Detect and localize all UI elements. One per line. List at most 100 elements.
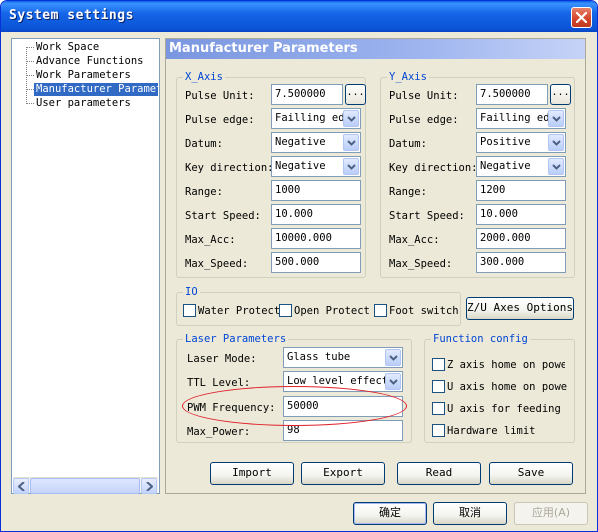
max-power-label: Max_Power: (187, 426, 251, 438)
y-start-speed-input[interactable]: 10.000 (476, 204, 566, 225)
water-protect-label[interactable]: Water Protect (198, 304, 280, 318)
x-range-input[interactable]: 1000 (271, 180, 361, 201)
export-button[interactable]: Export (301, 462, 385, 485)
function-config-group-title: Function config (431, 332, 530, 346)
tree-connector (26, 61, 34, 62)
y-pulse-edge-label: Pulse edge: (389, 114, 459, 126)
tree-item-work-space[interactable]: Work Space (36, 41, 99, 54)
system-settings-window: System settings Work Space Advance Funct… (0, 0, 598, 532)
open-protect-checkbox[interactable] (279, 304, 292, 317)
x-axis-group-title: X_Axis (183, 70, 225, 84)
settings-tree[interactable]: Work Space Advance Functions Work Parame… (11, 38, 160, 494)
u-axis-home-checkbox[interactable] (432, 380, 445, 393)
window-title: System settings (9, 8, 134, 23)
scroll-left-button[interactable] (13, 478, 29, 494)
save-button[interactable]: Save (489, 462, 573, 485)
ttl-level-label: TTL Level: (187, 377, 251, 389)
y-max-acc-input[interactable]: 2000.000 (476, 228, 566, 249)
x-datum-label: Datum: (185, 138, 223, 150)
scroll-thumb[interactable] (30, 478, 140, 494)
x-max-acc-input[interactable]: 10000.000 (271, 228, 361, 249)
z-axis-home-checkbox[interactable] (432, 358, 445, 371)
x-datum-select[interactable]: Negative (271, 132, 361, 153)
tree-item-user-parameters[interactable]: User parameters (36, 97, 131, 110)
open-protect-label[interactable]: Open Protect (294, 304, 370, 318)
foot-switch-checkbox[interactable] (374, 304, 387, 317)
x-key-direction-dropdown-button[interactable] (343, 158, 359, 175)
y-datum-select[interactable]: Positive (476, 132, 566, 153)
z-axis-home-label[interactable]: Z axis home on power (447, 358, 565, 372)
chevron-down-icon (389, 379, 398, 385)
x-pulse-unit-input[interactable]: 7.500000 (271, 84, 343, 105)
u-axis-feeding-checkbox[interactable] (432, 402, 445, 415)
apply-button[interactable]: 应用(A) (514, 502, 588, 525)
u-axis-home-label[interactable]: U axis home on power (447, 380, 567, 394)
x-max-speed-label: Max_Speed: (185, 258, 249, 270)
chevron-down-icon (347, 140, 356, 146)
read-button[interactable]: Read (397, 462, 481, 485)
x-pulse-edge-dropdown-button[interactable] (343, 110, 359, 127)
arrow-right-icon (146, 482, 153, 491)
y-datum-dropdown-button[interactable] (548, 134, 564, 151)
y-max-speed-input[interactable]: 300.000 (476, 252, 566, 273)
tree-item-work-parameters[interactable]: Work Parameters (36, 69, 131, 82)
close-icon (576, 12, 587, 23)
laser-parameters-group-title: Laser Parameters (183, 332, 289, 346)
chevron-down-icon (389, 355, 398, 361)
x-datum-dropdown-button[interactable] (343, 134, 359, 151)
chevron-down-icon (347, 164, 356, 170)
laser-mode-dropdown-button[interactable] (385, 349, 401, 366)
hardware-limit-label[interactable]: Hardware limit (447, 424, 536, 438)
chevron-down-icon (347, 116, 356, 122)
laser-mode-value: Glass tube (287, 351, 351, 363)
tree-connector (26, 75, 34, 76)
tree-connector (26, 103, 34, 104)
pane-header: Manufacturer Parameters (166, 39, 585, 59)
y-pulse-unit-input[interactable]: 7.500000 (476, 84, 548, 105)
y-range-label: Range: (389, 186, 427, 198)
x-key-direction-label: Key direction: (185, 162, 274, 174)
laser-mode-select[interactable]: Glass tube (283, 347, 403, 368)
title-bar[interactable]: System settings (1, 1, 597, 32)
tree-connector (26, 89, 34, 90)
chevron-down-icon (552, 116, 561, 122)
max-power-input[interactable]: 98 (283, 420, 403, 441)
y-key-direction-label: Key direction: (389, 162, 478, 174)
u-axis-feeding-label[interactable]: U axis for feeding (447, 402, 561, 416)
io-group-title: IO (183, 285, 200, 299)
y-pulse-edge-select[interactable]: Failling ed (476, 108, 566, 129)
arrow-left-icon (18, 482, 25, 491)
y-max-speed-label: Max_Speed: (389, 258, 453, 270)
y-axis-group-title: Y_Axis (387, 70, 429, 84)
x-key-direction-select[interactable]: Negative (271, 156, 361, 177)
laser-mode-label: Laser Mode: (187, 353, 257, 365)
horizontal-scrollbar[interactable] (13, 477, 158, 494)
y-pulse-edge-dropdown-button[interactable] (548, 110, 564, 127)
pwm-frequency-input[interactable]: 50000 (283, 396, 403, 417)
tree-item-advance-functions[interactable]: Advance Functions (36, 55, 143, 68)
hardware-limit-checkbox[interactable] (432, 424, 445, 437)
cancel-button[interactable]: 取消 (433, 502, 507, 525)
tree-item-manufacturer-parameters[interactable]: Manufacturer Paramet (34, 83, 158, 96)
scroll-right-button[interactable] (141, 478, 157, 494)
y-pulse-unit-browse-button[interactable]: ... (550, 84, 571, 105)
y-key-direction-dropdown-button[interactable] (548, 158, 564, 175)
close-button[interactable] (571, 7, 592, 28)
x-pulse-edge-select[interactable]: Failling ed (271, 108, 361, 129)
zu-axes-options-button[interactable]: Z/U Axes Options (466, 297, 574, 320)
y-datum-label: Datum: (389, 138, 427, 150)
import-button[interactable]: Import (210, 462, 294, 485)
ttl-level-select[interactable]: Low level effect (283, 371, 403, 392)
y-key-direction-select[interactable]: Negative (476, 156, 566, 177)
x-start-speed-input[interactable]: 10.000 (271, 204, 361, 225)
ttl-level-dropdown-button[interactable] (385, 373, 401, 390)
water-protect-checkbox[interactable] (183, 304, 196, 317)
foot-switch-label[interactable]: Foot switch (389, 304, 459, 318)
tree-connector (26, 47, 34, 48)
x-pulse-unit-browse-button[interactable]: ... (345, 84, 366, 105)
y-range-input[interactable]: 1200 (476, 180, 566, 201)
x-max-acc-label: Max_Acc: (185, 234, 236, 246)
pwm-frequency-label: PWM Frequency: (187, 402, 276, 414)
ok-button[interactable]: 确定 (353, 502, 427, 525)
x-max-speed-input[interactable]: 500.000 (271, 252, 361, 273)
